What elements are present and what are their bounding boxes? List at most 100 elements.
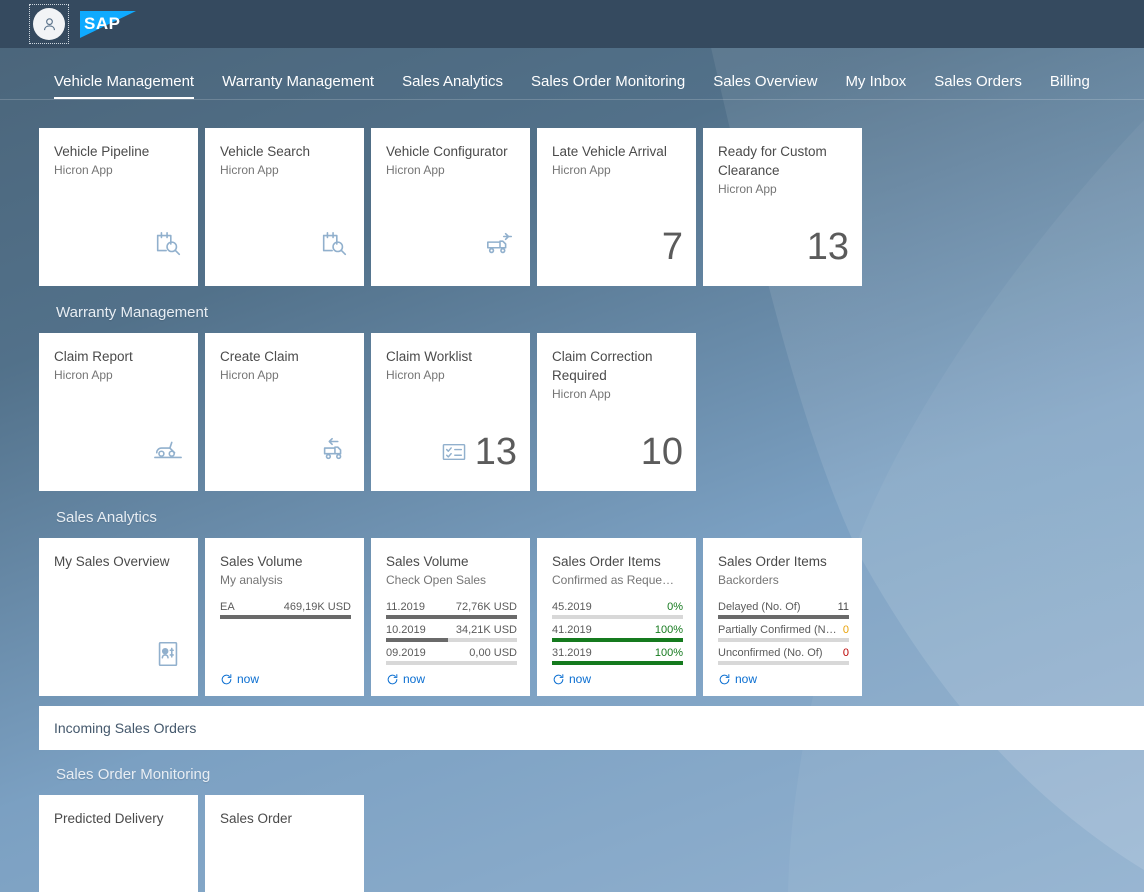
- tile-subtitle: Hicron App: [552, 387, 611, 402]
- tile-claim-report[interactable]: Claim Report Hicron App: [39, 333, 198, 491]
- contact-card-icon: [158, 641, 178, 667]
- kpi-number: 13: [806, 226, 849, 268]
- tile-claim-worklist[interactable]: Claim Worklist Hicron App 13: [371, 333, 530, 491]
- calendar-search-icon: [156, 231, 181, 256]
- nav-tab-sales-order-monitoring[interactable]: Sales Order Monitoring: [517, 73, 699, 99]
- comparison-row: 41.2019 100%: [552, 624, 683, 643]
- tile-title: Ready for Custom Clearance: [718, 144, 827, 179]
- comparison-row: 45.2019 0%: [552, 601, 683, 620]
- tile-late-vehicle-arrival[interactable]: Late Vehicle Arrival Hicron App 7: [537, 128, 696, 286]
- nav-tab-my-inbox[interactable]: My Inbox: [831, 73, 920, 99]
- tile-ready-for-custom-clearance[interactable]: Ready for Custom Clearance Hicron App 13: [703, 128, 862, 286]
- comparison-value: 469,19K USD: [283, 601, 351, 614]
- refresh-label: now: [735, 672, 758, 686]
- tile-kpi-value: 10: [641, 433, 683, 471]
- nav-tab-sales-orders[interactable]: Sales Orders: [920, 73, 1036, 99]
- comparison-label: 45.2019: [552, 601, 592, 614]
- comparison-bar: [552, 661, 683, 666]
- comparison-bar: [220, 615, 351, 620]
- comparison-label: EA: [220, 601, 235, 614]
- tile-body: 11.2019 72,76K USD 10.2019 34,21K USD 09.201…: [386, 589, 517, 672]
- tile-vehicle-pipeline[interactable]: Vehicle Pipeline Hicron App: [39, 128, 198, 286]
- tile-group: Warranty Management Claim Report Hicron Ap…: [0, 288, 1144, 491]
- comparison-label: 11.2019: [386, 601, 425, 614]
- incoming-sales-orders-card[interactable]: Incoming Sales Orders: [39, 706, 1144, 750]
- avatar[interactable]: [33, 8, 65, 40]
- tile-sales-order-items[interactable]: Sales Order Items Backorders Delayed (No. …: [703, 538, 862, 696]
- tile-body: [54, 571, 185, 686]
- nav-tab-sales-analytics[interactable]: Sales Analytics: [388, 73, 517, 99]
- tile-subtitle: Hicron App: [54, 368, 113, 383]
- tile-predicted-delivery[interactable]: Predicted Delivery: [39, 795, 198, 892]
- metric-value: 0: [842, 647, 849, 660]
- comparison-chart: EA 469,19K USD: [220, 601, 351, 620]
- tile-sales-order[interactable]: Sales Order: [205, 795, 364, 892]
- metric-row: Partially Confirmed (N… 0: [718, 624, 849, 643]
- tile-sales-volume[interactable]: Sales Volume My analysis EA 469,19K USD now: [205, 538, 364, 696]
- nav-tab-sales-overview[interactable]: Sales Overview: [699, 73, 831, 99]
- refresh-indicator[interactable]: now: [552, 672, 683, 686]
- tile-icon-wrap: [153, 434, 183, 469]
- nav-tab-billing[interactable]: Billing: [1036, 73, 1104, 99]
- comparison-value: 72,76K USD: [455, 601, 517, 614]
- tile-body: [220, 384, 351, 481]
- sap-logo[interactable]: SAP: [80, 10, 136, 38]
- tile-sales-volume[interactable]: Sales Volume Check Open Sales 11.2019 72,76…: [371, 538, 530, 696]
- comparison-label: 09.2019: [386, 647, 426, 660]
- kpi-number: 10: [640, 431, 683, 473]
- metric-row: Delayed (No. Of) 11: [718, 601, 849, 620]
- tile-body: [54, 179, 185, 276]
- tile-title: Claim Report: [54, 349, 133, 364]
- comparison-label: 31.2019: [552, 647, 592, 660]
- tile-sales-order-items[interactable]: Sales Order Items Confirmed as Reque… 45.2…: [537, 538, 696, 696]
- kpi-number: 7: [661, 226, 683, 268]
- kpi-icon: [441, 439, 467, 465]
- refresh-indicator[interactable]: now: [220, 672, 351, 686]
- checklist-icon: [442, 443, 466, 461]
- comparison-bar: [552, 615, 683, 620]
- comparison-row: 31.2019 100%: [552, 647, 683, 666]
- tile-title: Vehicle Search: [220, 144, 311, 159]
- metric-bar: [718, 661, 849, 666]
- tile-title: Sales Order: [220, 811, 293, 826]
- tile-icon-wrap: [319, 434, 349, 469]
- metric-list: Delayed (No. Of) 11 Partially Confirmed (N…: [718, 601, 849, 666]
- tile-vehicle-search[interactable]: Vehicle Search Hicron App: [205, 128, 364, 286]
- tile-group: Sales Analytics My Sales Overview Sales Vo…: [0, 493, 1144, 696]
- refresh-indicator[interactable]: now: [386, 672, 517, 686]
- tile-title: Sales Volume: [220, 554, 303, 569]
- refresh-icon: [553, 673, 564, 684]
- avatar-focus-ring: [29, 4, 69, 44]
- comparison-value: 34,21K USD: [455, 624, 517, 637]
- comparison-row: 10.2019 34,21K USD: [386, 624, 517, 643]
- tile-title: Sales Order Items: [718, 554, 827, 569]
- tile-title: My Sales Overview: [54, 554, 170, 569]
- tile-row: Claim Report Hicron App Create Claim Hicron…: [0, 333, 1144, 491]
- nav-tab-warranty-management[interactable]: Warranty Management: [208, 73, 388, 99]
- group-title: Sales Analytics: [56, 509, 157, 526]
- refresh-indicator[interactable]: now: [718, 672, 849, 686]
- tile-claim-correction-required[interactable]: Claim Correction Required Hicron App 10: [537, 333, 696, 491]
- refresh-icon: [387, 673, 398, 684]
- tile-group-bottom: Sales Order Monitoring Predicted Delivery…: [0, 750, 1144, 892]
- tile-vehicle-configurator[interactable]: Vehicle Configurator Hicron App: [371, 128, 530, 286]
- tile-row: My Sales Overview Sales Volume My analysis…: [0, 538, 1144, 696]
- kpi-number: 13: [474, 431, 517, 473]
- nav-tab-vehicle-management[interactable]: Vehicle Management: [40, 73, 208, 99]
- comparison-value: 100%: [654, 647, 683, 660]
- metric-bar: [718, 638, 849, 643]
- comparison-chart: 11.2019 72,76K USD 10.2019 34,21K USD 09.201…: [386, 601, 517, 666]
- tile-icon-wrap: [153, 639, 183, 674]
- comparison-chart: 45.2019 0% 41.2019 100% 31.2019 100%: [552, 601, 683, 666]
- tile-my-sales-overview[interactable]: My Sales Overview: [39, 538, 198, 696]
- navigation-tabs[interactable]: Vehicle Management Warranty Management Sal…: [0, 48, 1144, 100]
- tile-group: Vehicle Pipeline Hicron App Vehicle Search…: [0, 100, 1144, 286]
- comparison-bar: [386, 638, 517, 643]
- user-avatar-icon: [43, 17, 55, 30]
- tile-icon-wrap: [319, 229, 349, 264]
- comparison-bar: [386, 615, 517, 620]
- tile-create-claim[interactable]: Create Claim Hicron App: [205, 333, 364, 491]
- tile-title: Sales Volume: [386, 554, 469, 569]
- group-title: Warranty Management: [56, 304, 209, 321]
